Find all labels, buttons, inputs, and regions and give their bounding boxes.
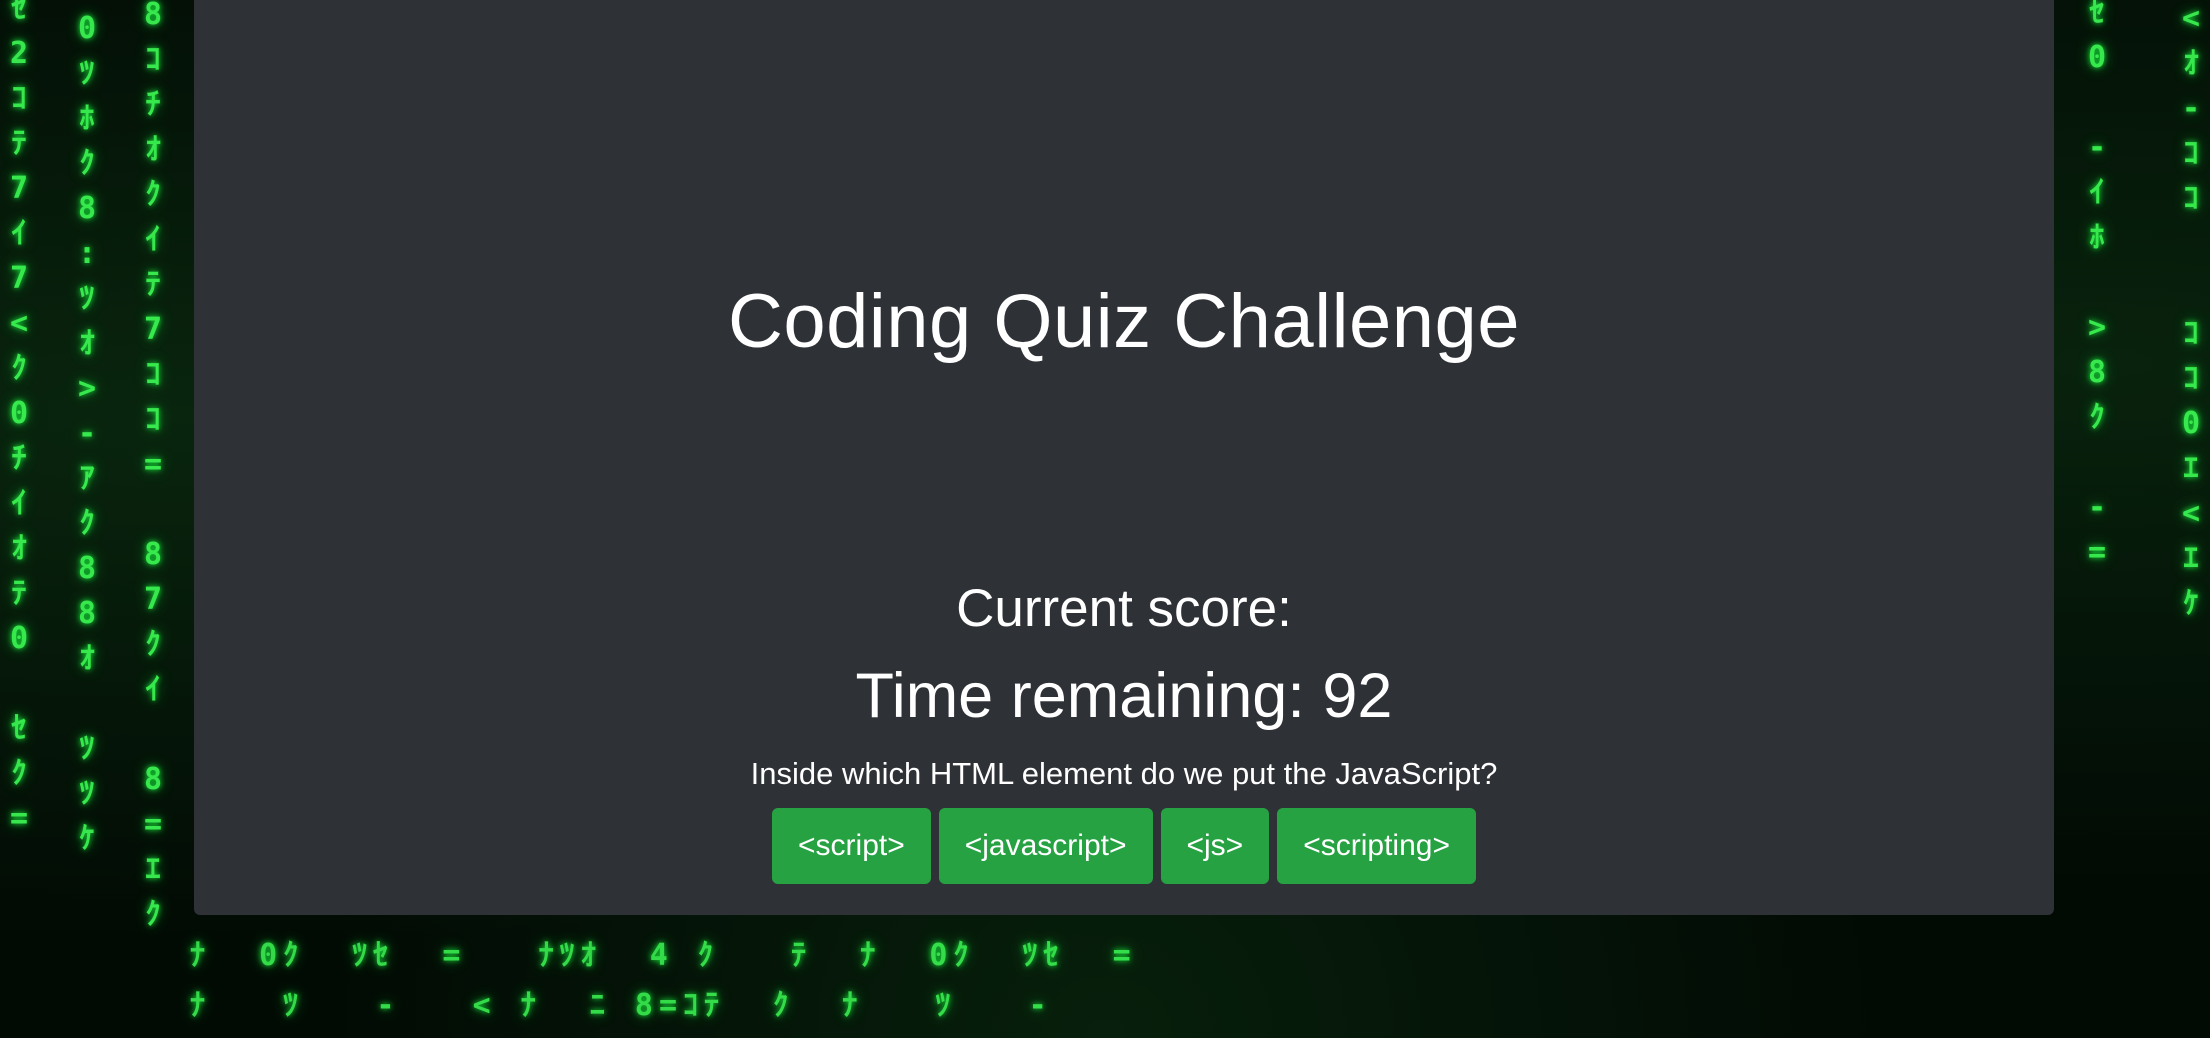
time-remaining: Time remaining: 92	[855, 661, 1393, 731]
matrix-column-4: ｾ 0 - ｲ ﾎ > 8 ｸ - =	[2087, 0, 2107, 570]
answer-button-script[interactable]: <script>	[772, 808, 931, 884]
question-text: Inside which HTML element do we put the …	[750, 756, 1498, 791]
answer-button-scripting[interactable]: <scripting>	[1277, 808, 1476, 884]
current-score: Current score:	[956, 579, 1292, 638]
matrix-column-2: 0 ﾂ ﾎ ｸ 8 : ﾂ ｵ > - ｱ ｸ 8 8 ｵ ﾂ ﾂ ｹ	[77, 11, 97, 856]
answer-button-javascript[interactable]: <javascript>	[938, 808, 1153, 884]
matrix-column-3: 8 ｺ ﾁ ｵ ｸ ｲ ﾃ 7 ｺ ｺ = 8 7 ｸ ｲ 8 = ｴ ｸ	[143, 0, 163, 932]
matrix-column-1: ｾ 2 ｺ ﾃ 7 ｲ 7 < ｸ 0 ﾁ ｲ ｵ ﾃ 0 ｾ ｸ =	[9, 0, 29, 836]
matrix-column-5: < ｵ - ｺ ｺ ｺ ｺ 0 ｴ < ｴ ｹ	[2181, 1, 2201, 621]
quiz-title: Coding Quiz Challenge	[727, 279, 1521, 364]
matrix-row-2: ﾅ ﾂ - < ﾅ ﾆ 8=ｺﾃ ｸ ﾅ ﾂ -	[190, 988, 1053, 1023]
answer-options: <script> <javascript> <js> <scripting>	[194, 808, 2054, 884]
quiz-card: Coding Quiz Challenge Current score: Tim…	[194, 0, 2054, 915]
matrix-row-1: ﾅ 0ｸ ﾂｾ = ﾅﾂｵ 4 ｸ ﾃ ﾅ 0ｸ ﾂｾ =	[190, 938, 1137, 973]
answer-button-js[interactable]: <js>	[1160, 808, 1270, 884]
